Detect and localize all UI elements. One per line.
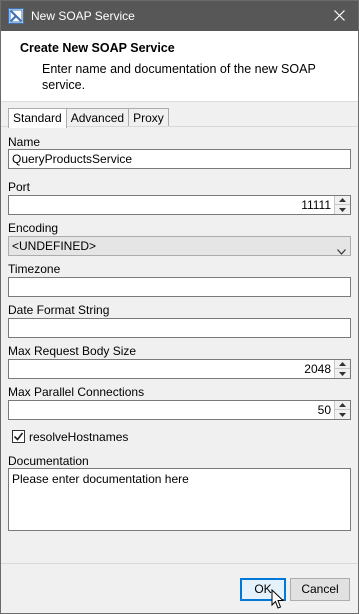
close-icon[interactable] [319, 0, 359, 31]
window-title: New SOAP Service [31, 9, 135, 23]
max-body-size-spinner[interactable]: 2048 [8, 359, 351, 379]
chevron-down-icon [337, 242, 346, 260]
port-spin-buttons[interactable] [334, 196, 350, 214]
port-value: 11111 [301, 198, 331, 212]
max-body-size-value: 2048 [304, 362, 331, 376]
dialog-header: Create New SOAP Service Enter name and d… [1, 31, 358, 102]
title-bar[interactable]: New SOAP Service [0, 0, 359, 31]
max-conn-spin-buttons[interactable] [334, 401, 350, 419]
resolve-hostnames-checkbox[interactable] [12, 430, 25, 443]
timezone-label: Timezone [8, 262, 61, 276]
cancel-button[interactable]: Cancel [290, 578, 350, 601]
tab-proxy[interactable]: Proxy [128, 108, 169, 127]
date-format-label: Date Format String [8, 303, 110, 317]
app-icon [8, 8, 24, 24]
port-label: Port [8, 180, 31, 194]
max-body-spin-buttons[interactable] [334, 360, 350, 378]
spin-up-icon[interactable] [335, 360, 350, 369]
spin-up-icon[interactable] [335, 401, 350, 410]
dialog-description: Enter name and documentation of the new … [42, 62, 316, 92]
checkmark-icon [13, 432, 24, 441]
port-spinner[interactable]: 11111 [8, 195, 351, 215]
max-body-size-label: Max Request Body Size [8, 344, 137, 358]
dialog-heading: Create New SOAP Service [20, 41, 175, 55]
date-format-field[interactable] [8, 318, 351, 338]
tab-strip: Standard Advanced Proxy [8, 108, 169, 128]
encoding-label: Encoding [8, 221, 59, 235]
spin-down-icon[interactable] [335, 205, 350, 214]
spin-down-icon[interactable] [335, 369, 350, 378]
tab-advanced[interactable]: Advanced [65, 108, 130, 127]
documentation-label: Documentation [8, 454, 89, 468]
tab-standard[interactable]: Standard [8, 108, 67, 128]
encoding-select[interactable]: <UNDEFINED> [8, 236, 351, 256]
mouse-cursor-icon [271, 589, 285, 609]
timezone-field[interactable] [8, 277, 351, 297]
max-connections-value: 50 [317, 403, 331, 417]
resolve-hostnames-label[interactable]: resolveHostnames [29, 430, 128, 444]
documentation-textarea[interactable]: Please enter documentation here [8, 468, 351, 531]
spin-up-icon[interactable] [335, 196, 350, 205]
max-connections-spinner[interactable]: 50 [8, 400, 351, 420]
spin-down-icon[interactable] [335, 410, 350, 419]
footer-divider [1, 563, 358, 564]
name-label: Name [8, 135, 41, 149]
name-field[interactable]: QueryProductsService [8, 149, 351, 169]
max-connections-label: Max Parallel Connections [8, 385, 145, 399]
encoding-value: <UNDEFINED> [12, 239, 97, 253]
